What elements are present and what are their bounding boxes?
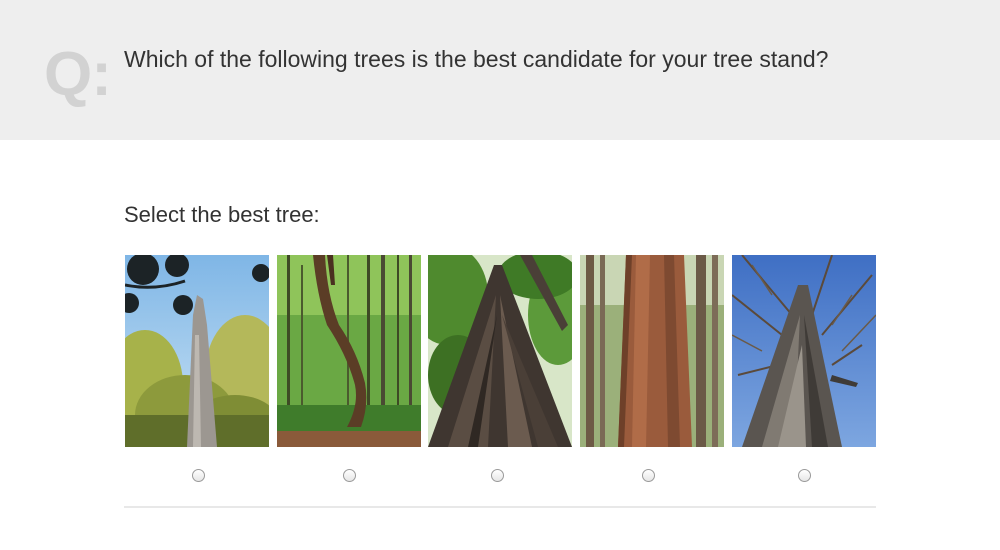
tree-option-1-radio[interactable] — [192, 469, 205, 482]
tree-option-2-radio[interactable] — [343, 469, 356, 482]
straight-pine-trunk-photo — [580, 255, 724, 447]
tree-option-2-image[interactable] — [277, 255, 421, 447]
tree-option-3-radio[interactable] — [491, 469, 504, 482]
tree-option-3-image[interactable] — [428, 255, 572, 447]
question-marker: Q: — [44, 40, 112, 109]
tree-option-4-image[interactable] — [580, 255, 724, 447]
tree-option-5-radio[interactable] — [798, 469, 811, 482]
selection-prompt: Select the best tree: — [124, 202, 320, 227]
survey-page: Q: Which of the following trees is the b… — [0, 0, 1000, 550]
tree-option-5-image[interactable] — [732, 255, 876, 447]
tree-option-1-image[interactable] — [125, 255, 269, 447]
question-text: Which of the following trees is the best… — [124, 46, 829, 72]
root-buttressed-tree-photo — [428, 255, 572, 447]
curved-trunk-tree-photo — [277, 255, 421, 447]
tree-option-4-radio[interactable] — [642, 469, 655, 482]
dead-snag-tree-photo — [125, 255, 269, 447]
bottom-divider — [124, 506, 876, 508]
shaggy-bark-tree-photo — [732, 255, 876, 447]
question-header: Q: Which of the following trees is the b… — [0, 0, 1000, 140]
